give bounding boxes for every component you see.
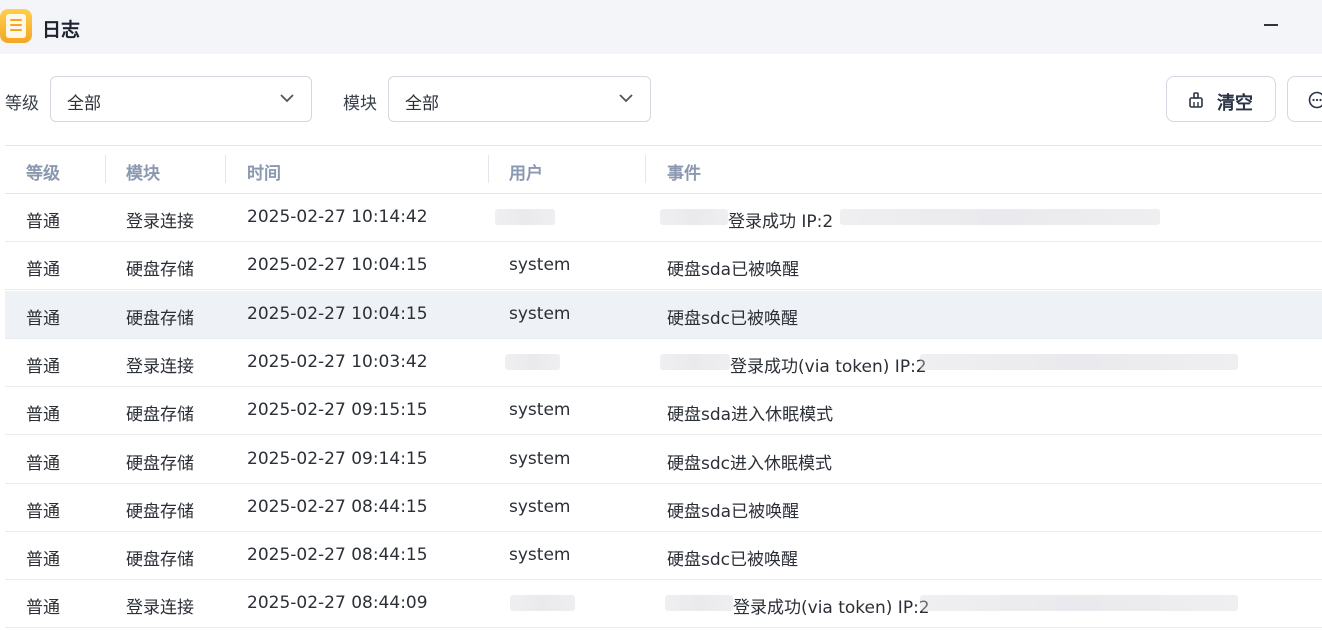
cell-event: 硬盘sda已被唤醒 (667, 501, 800, 522)
cell-module: 硬盘存储 (126, 453, 194, 474)
cell-time: 2025-02-27 10:14:42 (247, 207, 428, 227)
cell-module: 登录连接 (126, 212, 194, 232)
column-header-event[interactable]: 事件 (667, 159, 701, 184)
cell-module: 硬盘存储 (126, 501, 194, 522)
table-row[interactable]: 普通 硬盘存储 2025-02-27 10:04:15 system 硬盘sda已被唤醒 (5, 242, 1322, 291)
cell-level: 普通 (26, 501, 60, 522)
table-row[interactable]: 普通 登录连接 2025-02-27 10:03:42 登录成功(via token)… (5, 339, 1322, 387)
table-row[interactable]: 普通 硬盘存储 2025-02-27 09:15:15 system 硬盘sda进入休眠… (5, 387, 1322, 436)
redacted-text (660, 209, 728, 225)
chevron-down-icon (280, 94, 294, 103)
cell-user: system (509, 255, 571, 276)
clear-button-label: 清空 (1217, 93, 1253, 114)
redacted-ip (840, 209, 1160, 225)
level-filter-label: 等级 (5, 94, 39, 114)
cell-module: 登录连接 (126, 356, 194, 377)
cell-time: 2025-02-27 09:15:15 (247, 400, 428, 421)
cell-module: 硬盘存储 (126, 550, 194, 571)
redacted-text (665, 595, 733, 612)
level-select-value: 全部 (67, 94, 101, 114)
cell-event: 登录成功(via token) IP:2 (730, 356, 927, 377)
cell-user: system (509, 400, 571, 421)
cell-time: 2025-02-27 09:14:15 (247, 448, 428, 469)
redacted-ip (920, 353, 1238, 370)
broom-icon (1189, 92, 1203, 108)
module-select-value: 全部 (405, 94, 439, 114)
chevron-down-icon (619, 94, 633, 103)
minimize-button[interactable] (1252, 10, 1290, 42)
cell-event: 硬盘sdc已被唤醒 (667, 308, 798, 329)
title-bar: 日志 (0, 0, 1322, 54)
cell-time: 2025-02-27 08:44:15 (247, 496, 428, 517)
column-header-user[interactable]: 用户 (509, 159, 543, 184)
cell-user: system (509, 496, 571, 517)
cell-level: 普通 (26, 550, 60, 571)
column-header-level[interactable]: 等级 (26, 159, 60, 184)
table-row[interactable]: 普通 硬盘存储 2025-02-27 08:44:15 system 硬盘sda已被唤醒 (5, 484, 1322, 532)
cell-level: 普通 (26, 598, 60, 619)
clear-button[interactable]: 清空 (1166, 76, 1276, 122)
cell-module: 硬盘存储 (126, 405, 194, 426)
window-title: 日志 (42, 19, 81, 41)
cell-user: system (509, 545, 571, 566)
table-row[interactable]: 普通 硬盘存储 2025-02-27 09:14:15 system 硬盘sdc进入休眠… (5, 436, 1322, 484)
redacted-user (510, 595, 575, 612)
table-row[interactable]: 普通 硬盘存储 2025-02-27 10:04:15 system 硬盘sdc已被唤醒 (5, 290, 1322, 339)
cell-module: 硬盘存储 (126, 260, 194, 281)
cell-user: system (509, 303, 571, 324)
module-select[interactable]: 全部 (388, 76, 651, 122)
cell-event: 登录成功 IP:2 (728, 212, 834, 232)
column-header-time[interactable]: 时间 (247, 159, 281, 184)
cell-level: 普通 (26, 308, 60, 329)
table-row[interactable]: 普通 登录连接 2025-02-27 10:14:42 登录成功 IP:2 (5, 194, 1322, 242)
cell-level: 普通 (26, 212, 60, 232)
redacted-ip (920, 595, 1238, 612)
level-select[interactable]: 全部 (50, 76, 312, 122)
cell-event: 硬盘sdc进入休眠模式 (667, 453, 832, 474)
cell-module: 登录连接 (126, 598, 194, 619)
minimize-icon (1264, 24, 1278, 26)
cell-time: 2025-02-27 08:44:15 (247, 545, 428, 566)
cell-event: 硬盘sda已被唤醒 (667, 260, 800, 281)
cell-user: system (509, 448, 571, 469)
cell-level: 普通 (26, 453, 60, 474)
redacted-user (495, 209, 555, 225)
cell-time: 2025-02-27 10:04:15 (247, 303, 428, 324)
cell-time: 2025-02-27 10:03:42 (247, 351, 428, 372)
more-icon (1308, 91, 1322, 109)
table-header: 等级 模块 时间 用户 事件 (5, 145, 1322, 194)
cell-time: 2025-02-27 08:44:09 (247, 593, 428, 614)
redacted-text (660, 353, 730, 370)
redacted-user (505, 353, 560, 370)
table-row[interactable]: 普通 登录连接 2025-02-27 08:44:09 登录成功(via token)… (5, 580, 1322, 629)
column-header-module[interactable]: 模块 (126, 159, 160, 184)
cell-event: 硬盘sda进入休眠模式 (667, 405, 834, 426)
module-filter-label: 模块 (343, 94, 377, 114)
cell-level: 普通 (26, 356, 60, 377)
log-app-icon (0, 9, 32, 43)
more-button[interactable] (1287, 76, 1322, 122)
cell-level: 普通 (26, 405, 60, 426)
cell-time: 2025-02-27 10:04:15 (247, 255, 428, 276)
cell-event: 硬盘sdc已被唤醒 (667, 550, 798, 571)
cell-event: 登录成功(via token) IP:2 (733, 598, 930, 619)
cell-module: 硬盘存储 (126, 308, 194, 329)
table-row[interactable]: 普通 硬盘存储 2025-02-27 08:44:15 system 硬盘sdc已被唤醒 (5, 532, 1322, 581)
cell-level: 普通 (26, 260, 60, 281)
